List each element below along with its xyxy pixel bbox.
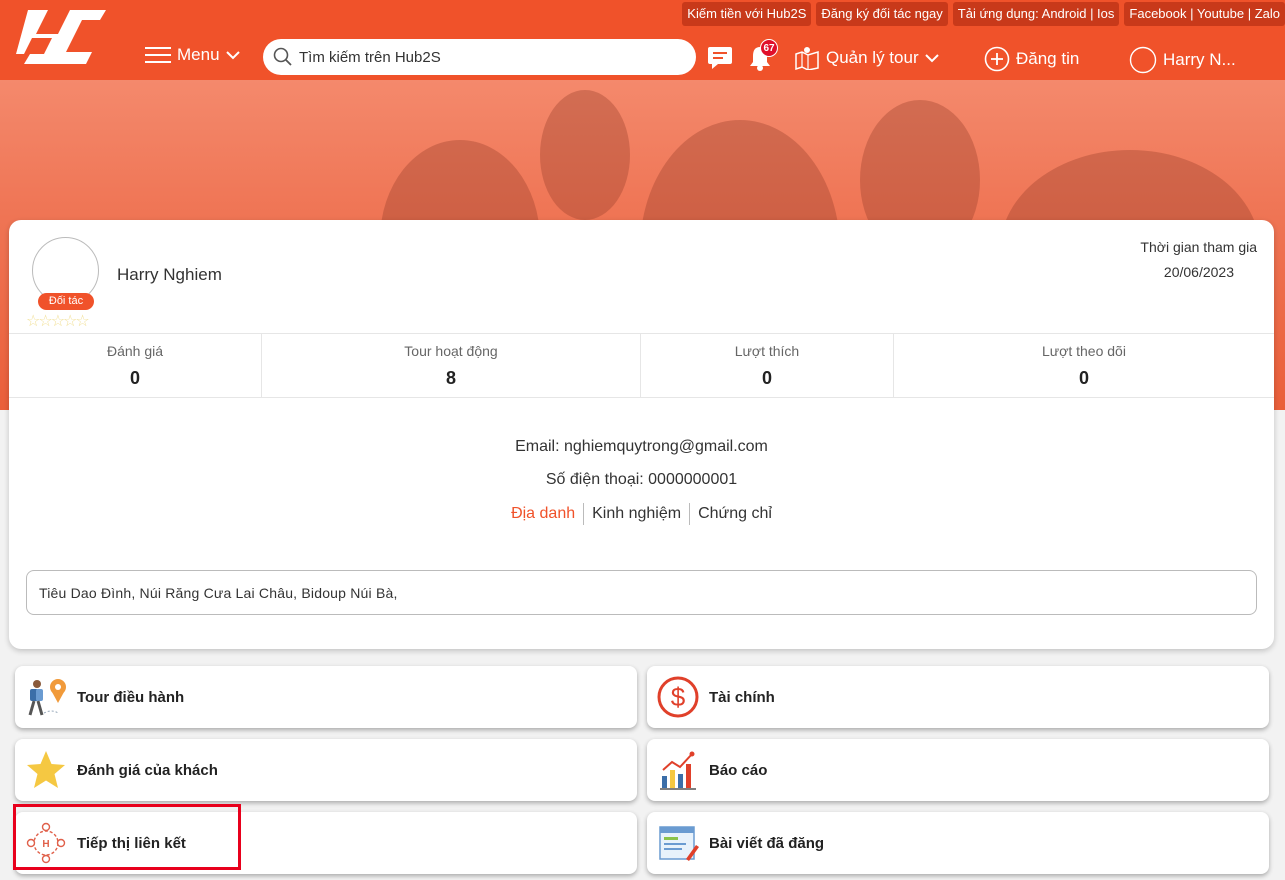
stat-label: Tour hoạt động xyxy=(404,343,498,359)
profile-stats: Đánh giá 0 Tour hoạt động 8 Lượt thích 0… xyxy=(9,333,1274,398)
earn-money-link[interactable]: Kiếm tiền với Hub2S xyxy=(682,2,812,26)
user-menu[interactable]: Harry N... xyxy=(1129,46,1236,74)
search-input[interactable] xyxy=(299,48,679,66)
svg-text:$: $ xyxy=(671,682,686,712)
stat-reviews: Đánh giá 0 xyxy=(9,334,262,397)
avatar-icon xyxy=(1129,46,1157,74)
chevron-down-icon xyxy=(225,51,240,60)
tour-guide-icon xyxy=(15,666,77,728)
profile-email: Email: nghiemquytrong@gmail.com xyxy=(515,438,768,455)
tab-places[interactable]: Địa danh xyxy=(503,503,585,525)
top-header: Kiếm tiền với Hub2S Đăng ký đối tác ngay… xyxy=(0,0,1285,80)
stat-value: 0 xyxy=(129,368,140,388)
notification-badge: 67 xyxy=(760,39,778,57)
stat-label: Lượt theo dõi xyxy=(1042,343,1126,359)
places-field[interactable]: Tiêu Dao Đình, Núi Răng Cưa Lai Châu, Bi… xyxy=(26,570,1257,615)
posted-articles-icon xyxy=(647,812,709,874)
stat-active-tours: Tour hoạt động 8 xyxy=(262,334,641,397)
plus-circle-icon xyxy=(984,46,1010,72)
tile-customer-reviews[interactable]: Đánh giá của khách xyxy=(15,739,637,801)
tile-label: Tour điều hành xyxy=(77,688,185,706)
tile-label: Đánh giá của khách xyxy=(77,761,218,779)
tour-manage-menu[interactable]: Quản lý tour xyxy=(794,46,939,70)
top-links: Kiếm tiền với Hub2S Đăng ký đối tác ngay… xyxy=(682,2,1285,28)
rating-stars: ☆☆☆☆☆ xyxy=(26,313,90,330)
menu-label: Menu xyxy=(177,45,220,64)
post-label: Đăng tin xyxy=(1016,49,1080,68)
stat-likes: Lượt thích 0 xyxy=(641,334,894,397)
stat-value: 0 xyxy=(1078,368,1089,388)
tile-label: Tài chính xyxy=(709,688,775,706)
tile-posted-articles[interactable]: Bài viết đã đăng xyxy=(647,812,1269,874)
hub2s-logo[interactable] xyxy=(14,8,108,68)
profile-name: Harry Nghiem xyxy=(117,265,222,284)
chevron-down-icon xyxy=(924,54,939,63)
star-icon xyxy=(15,739,77,801)
partner-register-link[interactable]: Đăng ký đối tác ngay xyxy=(816,2,948,26)
tab-certificates[interactable]: Chứng chỉ xyxy=(690,503,780,525)
social-links[interactable]: Facebook | Youtube | Zalo xyxy=(1124,2,1285,26)
tab-experience[interactable]: Kinh nghiệm xyxy=(584,503,691,525)
post-button[interactable]: Đăng tin xyxy=(984,46,1079,72)
menu-button[interactable]: Menu xyxy=(145,45,240,65)
download-app-link[interactable]: Tải ứng dụng: Android | Ios xyxy=(952,2,1120,26)
profile-card: Đối tác ☆☆☆☆☆ Harry Nghiem Thời gian tha… xyxy=(9,220,1274,649)
profile-tabs: Địa danh Kinh nghiệm Chứng chỉ xyxy=(9,503,1274,525)
stat-value: 8 xyxy=(445,368,456,388)
hamburger-icon xyxy=(145,47,171,63)
stat-value: 0 xyxy=(761,368,772,388)
join-date: 20/06/2023 xyxy=(1163,264,1234,280)
profile-phone: Số điện thoại: 0000000001 xyxy=(545,471,738,488)
role-badge: Đối tác xyxy=(38,293,94,310)
tour-manage-label: Quản lý tour xyxy=(826,48,919,67)
chat-icon[interactable] xyxy=(706,44,734,72)
join-time-label: Thời gian tham gia xyxy=(1140,239,1257,255)
stat-followers: Lượt theo dõi 0 xyxy=(894,334,1274,397)
stat-label: Lượt thích xyxy=(734,343,800,359)
tile-operated-tours[interactable]: Tour điều hành xyxy=(15,666,637,728)
tile-finance[interactable]: $ Tài chính xyxy=(647,666,1269,728)
search-bar xyxy=(263,39,696,75)
user-name-label: Harry N... xyxy=(1163,50,1236,69)
tile-label: Bài viết đã đăng xyxy=(709,834,825,852)
highlight-box xyxy=(13,804,241,870)
finance-icon: $ xyxy=(647,666,709,728)
stat-label: Đánh giá xyxy=(106,343,164,359)
map-icon xyxy=(795,47,819,70)
report-chart-icon xyxy=(647,739,709,801)
search-icon[interactable] xyxy=(273,47,293,67)
tile-label: Báo cáo xyxy=(709,761,768,779)
tile-reports[interactable]: Báo cáo xyxy=(647,739,1269,801)
